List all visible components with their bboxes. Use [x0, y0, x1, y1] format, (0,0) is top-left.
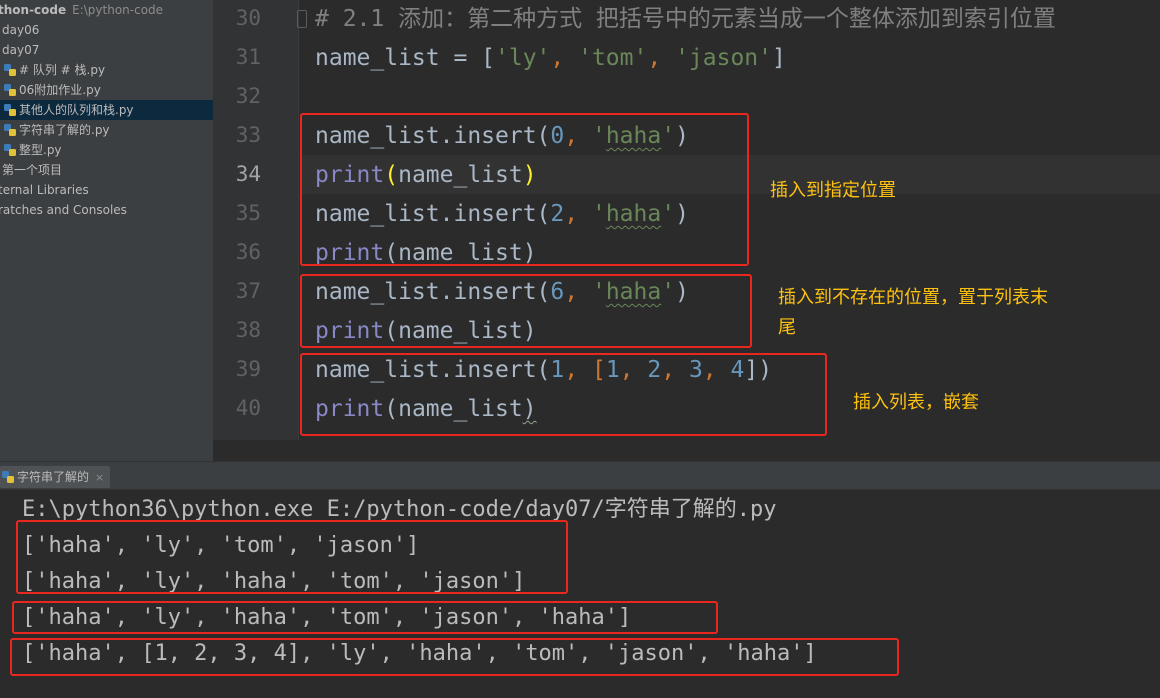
tree-file-strings[interactable]: 字符串了解的.py [4, 120, 110, 140]
tree-item-label: 06附加作业.py [19, 83, 101, 97]
tree-root[interactable]: thon-code E:\python-code [0, 0, 163, 20]
project-tree: thon-code E:\python-code day06 day07 # 队列… [0, 0, 213, 461]
code-line-31: name_list = ['ly', 'tom', 'jason'] [315, 45, 786, 71]
output-line: ['haha', 'ly', 'haha', 'tom', 'jason'] [22, 569, 526, 594]
line-number: 32 [235, 84, 261, 108]
tree-item-label: 字符串了解的.py [19, 123, 110, 137]
line-number: 38 [235, 318, 261, 342]
code-line-35: name_list.insert(2, 'haha') [315, 201, 689, 227]
run-tab-bar: 字符串了解的 × [0, 462, 1160, 490]
code-line-33: name_list.insert(0, 'haha') [315, 123, 689, 149]
tree-item-label: 第一个项目 [2, 163, 63, 177]
line-number: 33 [235, 123, 261, 147]
line-number: 40 [235, 396, 261, 420]
python-file-icon [4, 84, 16, 96]
tree-file-int[interactable]: 整型.py [4, 140, 62, 160]
close-icon[interactable]: × [95, 471, 104, 484]
annotation-line: 尾 [778, 317, 796, 338]
tree-file-homework[interactable]: 06附加作业.py [4, 80, 101, 100]
code-line-30: # 2.1 添加：第二种方式 把括号中的元素当成一个整体添加到索引位置 [315, 6, 1056, 32]
tree-file-others-queue-stack[interactable]: 其他人的队列和栈.py [0, 100, 213, 120]
tree-item-label: ternal Libraries [0, 183, 89, 197]
root-name: thon-code [0, 3, 67, 17]
line-number: 36 [235, 240, 261, 264]
code-editor[interactable]: 30 31 32 33 34 35 36 37 38 39 40 # 2.1 添… [213, 0, 1160, 461]
tree-item-label: # 队列 # 栈.py [19, 63, 106, 77]
line-number: 31 [235, 45, 261, 69]
tree-item-label: day07 [2, 43, 40, 57]
python-file-icon [4, 124, 16, 136]
code-line-39: name_list.insert(1, [1, 2, 3, 4]) [315, 357, 773, 383]
code-line-37: name_list.insert(6, 'haha') [315, 279, 689, 305]
python-file-icon [4, 104, 16, 116]
code-line-40: print(name_list) [315, 396, 537, 422]
line-number-current: 34 [235, 162, 261, 186]
root-path: E:\python-code [72, 3, 164, 17]
tree-folder-day06[interactable]: day06 [2, 20, 39, 40]
tree-file-queue-stack[interactable]: # 队列 # 栈.py [4, 60, 105, 80]
line-number: 39 [235, 357, 261, 381]
fold-marker-icon[interactable] [297, 10, 307, 28]
line-number: 30 [235, 6, 261, 30]
line-number: 37 [235, 279, 261, 303]
run-tab-label: 字符串了解的 [17, 470, 90, 484]
tree-scratches-consoles[interactable]: ratches and Consoles [0, 200, 127, 220]
tree-item-label: ratches and Consoles [0, 203, 127, 217]
python-run-icon [2, 471, 14, 483]
tree-folder-first-project[interactable]: 第一个项目 [2, 160, 62, 180]
annotation-insert-position: 插入到指定位置 [770, 180, 896, 201]
tree-external-libraries[interactable]: ternal Libraries [0, 180, 89, 200]
code-line-38: print(name_list) [315, 318, 537, 344]
editor-bottom-space [213, 440, 1160, 461]
tree-item-label: 整型.py [19, 143, 62, 157]
line-number: 35 [235, 201, 261, 225]
run-command-line: E:\python36\python.exe E:/python-code/da… [22, 497, 777, 522]
annotation-line: 插入到不存在的位置，置于列表末 [778, 287, 1048, 308]
annotation-insert-list: 插入列表，嵌套 [853, 392, 979, 413]
output-line: ['haha', 'ly', 'tom', 'jason'] [22, 533, 420, 558]
tree-folder-day07[interactable]: day07 [2, 40, 39, 60]
python-file-icon [4, 144, 16, 156]
code-line-36: print(name_list) [315, 240, 537, 266]
output-line: ['haha', [1, 2, 3, 4], 'ly', 'haha', 'to… [22, 641, 817, 666]
python-file-icon [4, 64, 16, 76]
run-tab[interactable]: 字符串了解的 × [0, 466, 111, 488]
tree-item-label: 其他人的队列和栈.py [19, 103, 134, 117]
run-tool-window: 字符串了解的 × E:\python36\python.exe E:/python… [0, 461, 1160, 698]
code-line-34: print(name_list) [315, 162, 537, 188]
line-gutter: 30 31 32 33 34 35 36 37 38 39 40 [213, 0, 299, 461]
tree-item-label: day06 [2, 23, 40, 37]
output-line: ['haha', 'ly', 'haha', 'tom', 'jason', '… [22, 605, 632, 630]
annotation-insert-nonexistent: 插入到不存在的位置，置于列表末 尾 [778, 283, 1048, 343]
